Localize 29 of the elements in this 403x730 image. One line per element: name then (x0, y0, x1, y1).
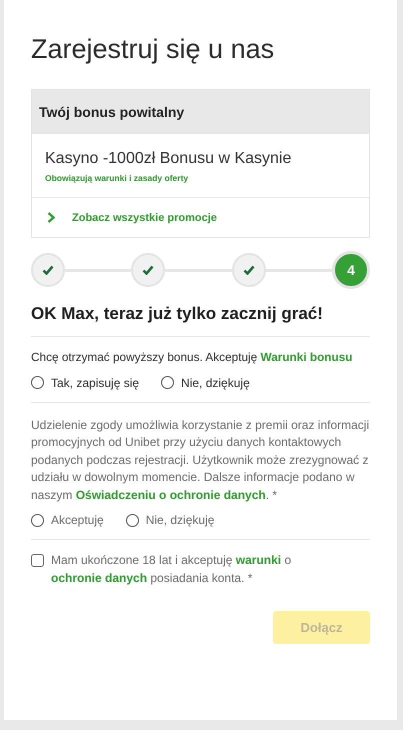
bonus-header: Twój bonus powitalny (32, 90, 369, 134)
terms-link[interactable]: Warunki bonusu (260, 350, 352, 364)
chevron-icon (47, 212, 55, 223)
privacy-link[interactable]: Oświadczeniu o ochronie (76, 488, 224, 502)
terms-link[interactable]: danych (105, 570, 148, 584)
consent-paragraph: Udzielenie zgody umożliwia korzystanie z premii oraz informacji promocyjnych od Unibet przy użyciu danych kontaktowych podanych podczas rejestracji. Użytkownik może zrezygnować z udziału w dowolnym momencie. Dalsze informacje podano w naszym Oświadczeniu o ochronie danych. * (31, 416, 370, 504)
radio-button[interactable] (126, 514, 139, 526)
radio-option[interactable]: Akceptuję (31, 513, 104, 527)
check-icon (242, 265, 255, 275)
age-consent-text: Mam ukończone 18 lat i akceptuję warunki o ochronie danych posiadania konta. * (51, 552, 292, 586)
step-indicator: 4 (332, 251, 370, 289)
radio-button[interactable] (161, 376, 174, 389)
terms-link[interactable]: ochronie (51, 570, 106, 584)
terms-link[interactable]: warunki (236, 553, 282, 567)
bonus-consent-text: Chcę otrzymać powyższy bonus. Akceptuję Warunki bonusu (31, 349, 354, 366)
section-heading: OK Max, teraz już tylko zacznij grać! (31, 304, 324, 324)
radio-option[interactable]: Tak, zapisuję się (31, 376, 140, 390)
page-title: Zarejestruj się u nas (31, 33, 276, 66)
checkbox[interactable] (31, 554, 44, 567)
promotions-link[interactable]: Zobacz wszystkie promocje (72, 212, 217, 224)
privacy-link[interactable]: danych (224, 488, 266, 502)
radio-option[interactable]: Nie, dziękuję (126, 513, 214, 527)
terms-note: Obowiązują warunki i zasady oferty (45, 173, 190, 183)
radio-button[interactable] (31, 514, 44, 526)
bonus-name: Kasyno -1000zł Bonusu w Kasynie (45, 149, 292, 169)
radio-button[interactable] (31, 376, 44, 389)
check-icon (142, 265, 154, 275)
check-icon (42, 265, 54, 275)
radio-option[interactable]: Nie, dziękuję (161, 376, 250, 390)
